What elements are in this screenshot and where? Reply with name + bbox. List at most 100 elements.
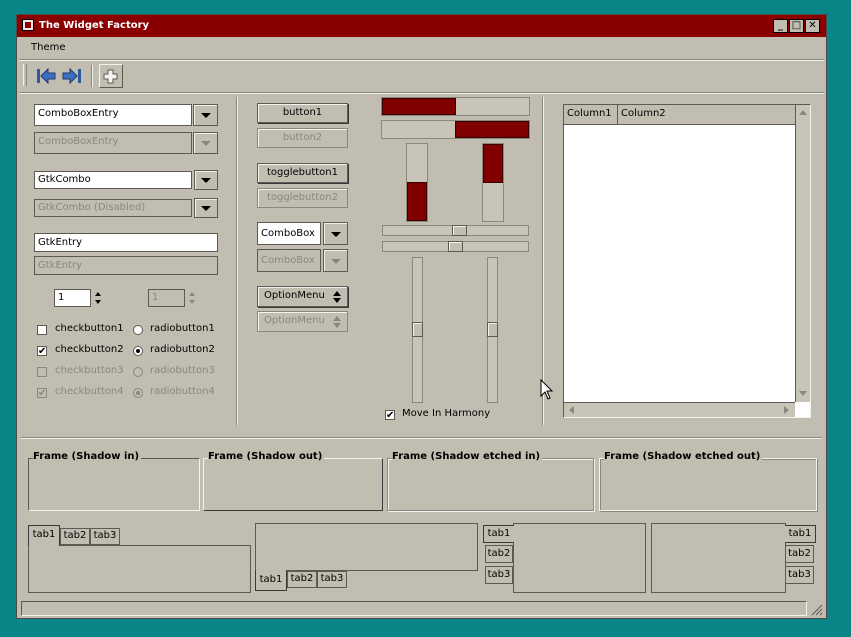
- menu-separator: [19, 59, 824, 61]
- spin-arrows-icon: [95, 292, 101, 304]
- toolbar-separator: [91, 65, 93, 87]
- notebook-bottom: tab1 tab2 tab3: [255, 523, 479, 593]
- frame-shadow-in: Frame (Shadow in): [28, 451, 200, 511]
- close-button[interactable]: ✕: [805, 19, 820, 33]
- gtk-combo-disabled-dropdown-button: [194, 198, 218, 218]
- frame-shadow-in-label: Frame (Shadow in): [33, 451, 142, 462]
- notebook-right-panel: [651, 523, 786, 593]
- togglebutton1[interactable]: togglebutton1: [257, 163, 348, 183]
- notebook-top-tab1[interactable]: tab1: [28, 525, 60, 546]
- notebook-top: tab1 tab2 tab3: [28, 525, 252, 593]
- tree-vertical-scrollbar[interactable]: [795, 105, 810, 402]
- gtk-combo-disabled-field: GtkCombo (Disabled): [34, 199, 192, 217]
- radiobutton2-label[interactable]: radiobutton2: [150, 344, 215, 355]
- scroll-right-icon[interactable]: [783, 405, 791, 415]
- notebook-right-tab1[interactable]: tab1: [785, 525, 816, 543]
- spin-button-arrows[interactable]: [93, 290, 103, 306]
- column-separator-2: [542, 97, 544, 425]
- checkbutton2-box[interactable]: ✔: [37, 346, 47, 357]
- combobox-disabled-field: ComboBox: [257, 249, 321, 272]
- vscale-2[interactable]: [487, 257, 498, 403]
- combobox-disabled-dropdown-button: [323, 249, 348, 272]
- hscale-2-thumb[interactable]: [448, 241, 463, 252]
- column1-header[interactable]: Column1: [564, 105, 618, 124]
- updown-arrows-icon: [333, 291, 341, 303]
- toolbar-separator-line: [19, 92, 824, 94]
- main-window: The Widget Factory _ □ ✕ Theme ComboBoxE…: [16, 14, 827, 619]
- progress-bar-1: [381, 97, 530, 116]
- hscale-1[interactable]: [382, 225, 529, 236]
- radiobutton1-indicator[interactable]: [133, 325, 143, 335]
- checkbutton1-box[interactable]: [37, 325, 47, 335]
- notebook-right-tab2[interactable]: tab2: [785, 545, 814, 563]
- hscale-2[interactable]: [382, 241, 529, 252]
- scroll-up-icon[interactable]: [798, 108, 808, 116]
- notebook-left-panel: [513, 523, 646, 593]
- resize-grip-icon[interactable]: [809, 602, 823, 616]
- combo-entry-field[interactable]: ComboBoxEntry: [34, 104, 192, 126]
- window-title: The Widget Factory: [39, 20, 150, 31]
- notebook-top-tab2[interactable]: tab2: [60, 528, 90, 545]
- gtk-combo-dropdown-button[interactable]: [194, 170, 218, 190]
- move-in-harmony-checkbox[interactable]: ✔: [385, 410, 395, 421]
- move-in-harmony-label[interactable]: Move In Harmony: [402, 408, 490, 419]
- toolbar: [21, 62, 825, 92]
- vscale-1-thumb[interactable]: [412, 322, 423, 337]
- scroll-down-icon[interactable]: [798, 390, 808, 398]
- forward-button[interactable]: [61, 65, 83, 87]
- progress-bar-vertical-2-fill: [483, 144, 503, 183]
- status-bar: [21, 601, 807, 616]
- checkbutton1-label[interactable]: checkbutton1: [55, 323, 124, 334]
- gtk-entry[interactable]: GtkEntry: [34, 233, 218, 252]
- checkbutton3-box: [37, 367, 47, 377]
- updown-arrows-disabled-icon: [333, 316, 341, 328]
- gtk-combo-field[interactable]: GtkCombo: [34, 171, 192, 189]
- notebook-bottom-tab1[interactable]: tab1: [255, 570, 287, 591]
- vscale-2-thumb[interactable]: [487, 322, 498, 337]
- minimize-button[interactable]: _: [773, 19, 788, 33]
- combobox-dropdown-button[interactable]: [323, 222, 348, 245]
- notebook-bottom-tab3[interactable]: tab3: [317, 571, 347, 588]
- back-button[interactable]: [35, 65, 57, 87]
- mouse-cursor-icon: [540, 379, 554, 400]
- notebook-right-tab3[interactable]: tab3: [785, 566, 814, 584]
- vscale-1[interactable]: [412, 257, 423, 403]
- notebook-top-tab3[interactable]: tab3: [90, 528, 120, 545]
- tree-view[interactable]: Column1 Column2: [563, 104, 811, 418]
- scroll-left-icon[interactable]: [567, 405, 575, 415]
- notebook-left-tab2[interactable]: tab2: [485, 545, 513, 563]
- notebook-left-tab3[interactable]: tab3: [485, 566, 513, 584]
- radiobutton2-indicator[interactable]: [133, 346, 143, 356]
- notebook-left-tab1[interactable]: tab1: [483, 525, 514, 543]
- radiobutton3-label: radiobutton3: [150, 365, 215, 376]
- option-menu-label: OptionMenu: [264, 290, 325, 301]
- radiobutton4-label: radiobutton4: [150, 386, 215, 397]
- combo-entry-disabled-field: ComboBoxEntry: [34, 132, 192, 154]
- checkbutton2-label[interactable]: checkbutton2: [55, 344, 124, 355]
- notebook-top-panel: [28, 545, 251, 593]
- option-menu[interactable]: OptionMenu: [257, 286, 348, 307]
- hscale-1-thumb[interactable]: [452, 225, 467, 236]
- combo-entry-dropdown-button[interactable]: [193, 104, 218, 126]
- notebook-bottom-tab2[interactable]: tab2: [287, 571, 317, 588]
- column2-header[interactable]: Column2: [618, 105, 795, 124]
- checkbutton4-label: checkbutton4: [55, 386, 124, 397]
- spin-arrows-disabled-icon: [189, 292, 195, 304]
- combobox-field[interactable]: ComboBox: [257, 222, 321, 245]
- insert-button[interactable]: [99, 64, 123, 88]
- frame-shadow-etched-out: Frame (Shadow etched out): [599, 451, 817, 511]
- menu-theme[interactable]: Theme: [31, 42, 66, 53]
- progress-bar-2: [381, 120, 530, 139]
- spin-button-field[interactable]: 1: [54, 289, 91, 307]
- button1[interactable]: button1: [257, 103, 348, 123]
- radiobutton1-label[interactable]: radiobutton1: [150, 323, 215, 334]
- maximize-button[interactable]: □: [789, 19, 804, 33]
- forward-icon: [62, 67, 81, 85]
- title-bar[interactable]: The Widget Factory _ □ ✕: [17, 15, 826, 37]
- spin-button-disabled-field: 1: [148, 289, 185, 307]
- progress-bar-vertical-1: [406, 143, 428, 222]
- back-icon: [37, 67, 56, 85]
- tree-horizontal-scrollbar[interactable]: [564, 402, 795, 417]
- toolbar-handle[interactable]: [23, 64, 27, 86]
- app-icon: [22, 19, 34, 31]
